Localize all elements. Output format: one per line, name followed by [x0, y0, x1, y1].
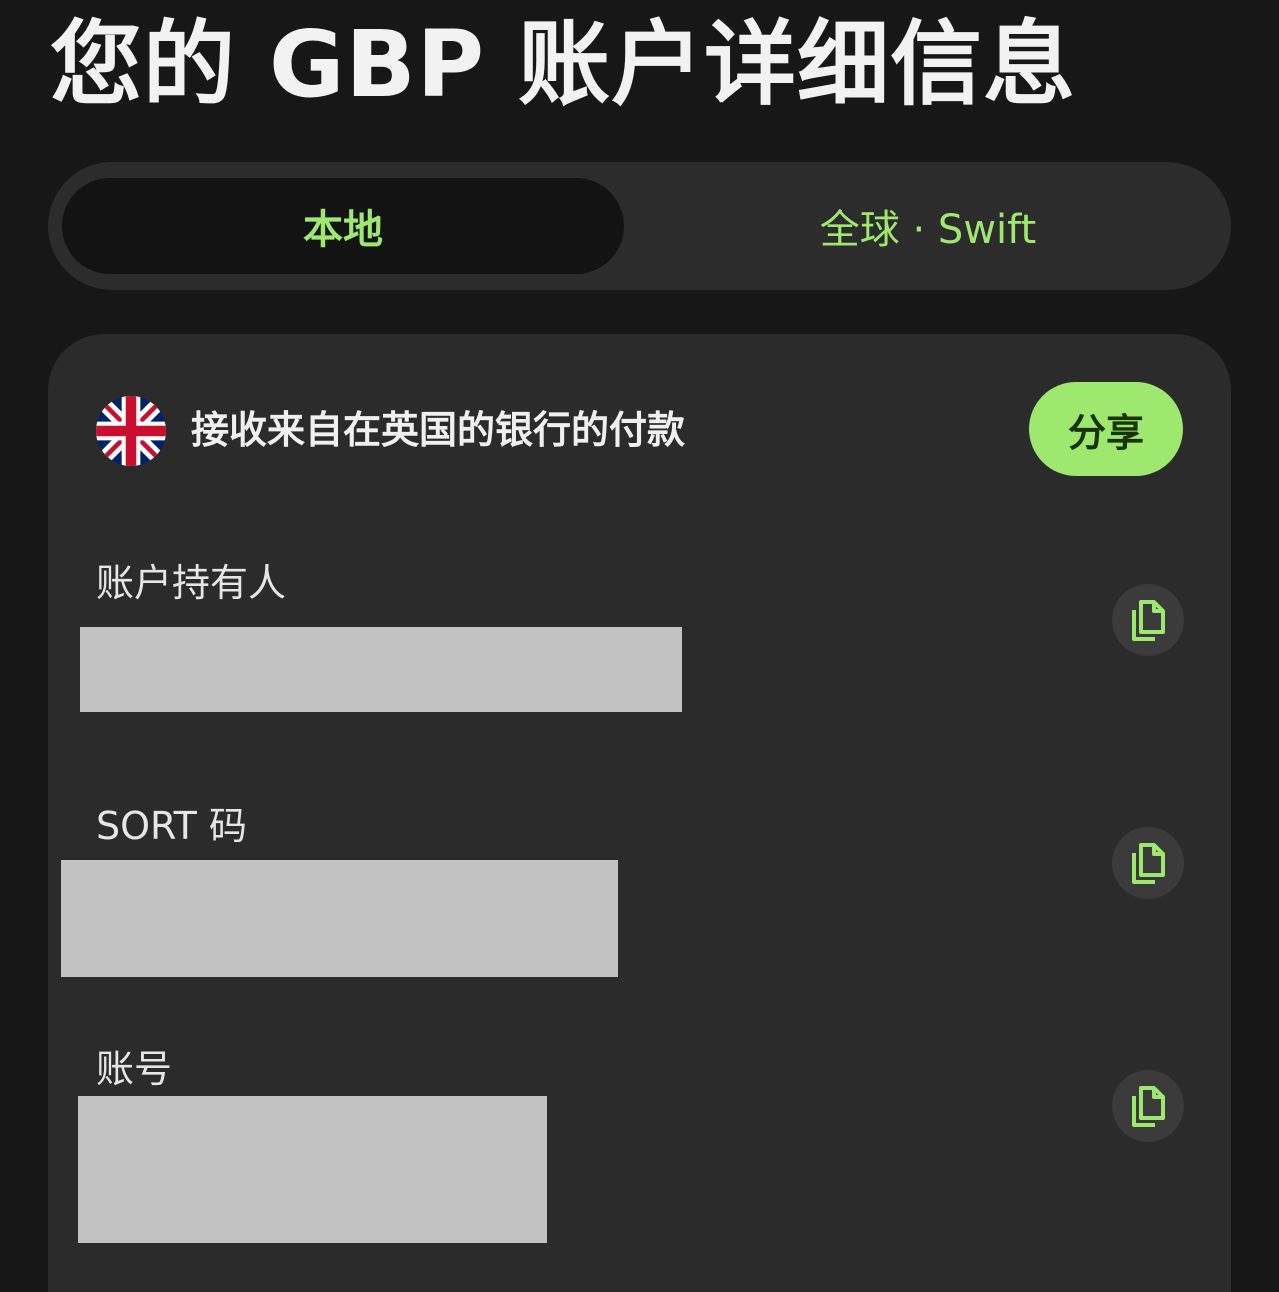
- share-button[interactable]: 分享: [1029, 382, 1183, 476]
- account-details-card: 接收来自在英国的银行的付款 分享 账户持有人 SORT 码 账号: [48, 334, 1231, 1292]
- copy-icon: [1132, 843, 1165, 884]
- redacted-account-holder: [80, 627, 682, 712]
- page-title: 您的 GBP 账户详细信息: [50, 11, 1077, 118]
- redacted-sort-code: [61, 860, 618, 977]
- copy-icon: [1132, 1086, 1165, 1127]
- field-label-account-number: 账号: [96, 1047, 173, 1091]
- copy-icon: [1132, 600, 1165, 641]
- copy-account-number-button[interactable]: [1112, 1070, 1184, 1142]
- page: 您的 GBP 账户详细信息 本地 全球 · Swift 接收来自在英国的银行的付…: [0, 0, 1279, 1292]
- uk-flag-icon: [96, 396, 166, 466]
- tab-local[interactable]: 本地: [62, 178, 624, 274]
- tab-global-swift[interactable]: 全球 · Swift: [638, 178, 1218, 274]
- field-label-sort-code: SORT 码: [96, 804, 247, 848]
- redacted-account-number: [78, 1096, 547, 1243]
- account-type-tabs: 本地 全球 · Swift: [48, 162, 1231, 290]
- field-label-account-holder: 账户持有人: [96, 561, 287, 605]
- card-heading: 接收来自在英国的银行的付款: [191, 408, 686, 452]
- copy-sort-code-button[interactable]: [1112, 827, 1184, 899]
- copy-account-holder-button[interactable]: [1112, 584, 1184, 656]
